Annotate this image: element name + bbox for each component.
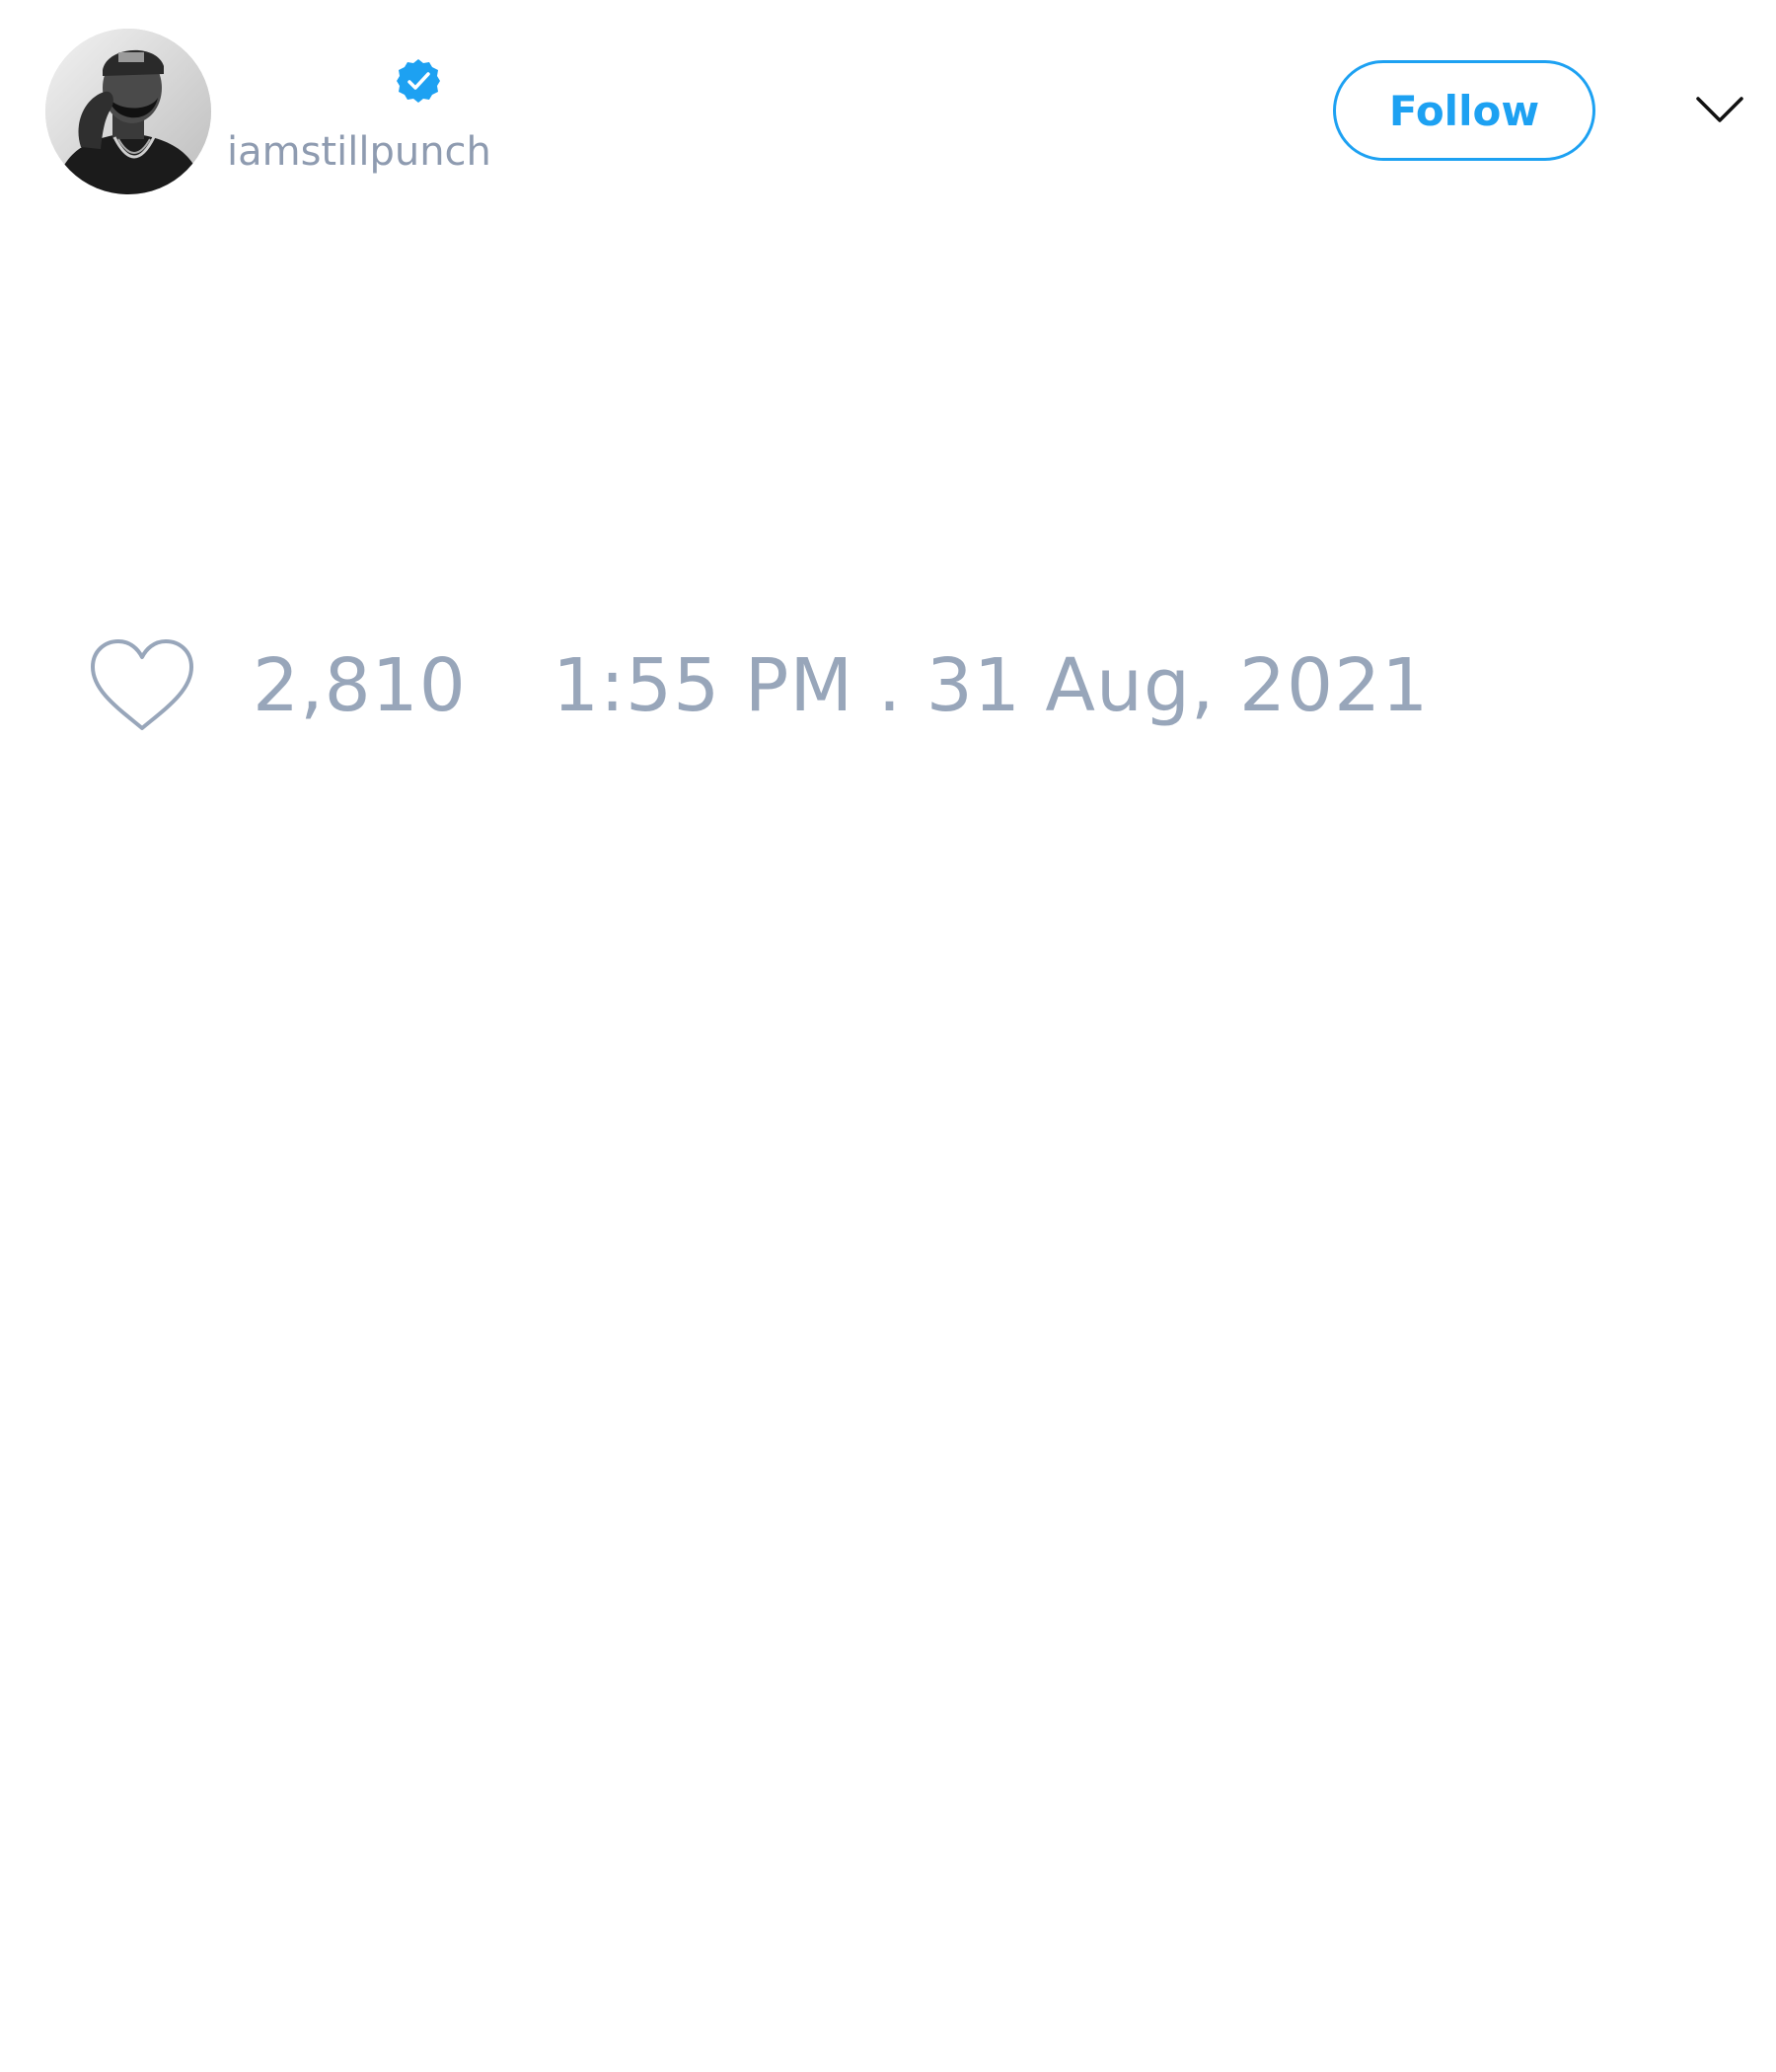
heart-icon[interactable] bbox=[89, 637, 195, 734]
verified-badge-icon bbox=[395, 57, 442, 105]
author-name-row bbox=[227, 55, 442, 107]
avatar[interactable] bbox=[45, 29, 211, 194]
tweet-header: iamstillpunch Follow bbox=[0, 0, 1776, 227]
like-count: 2,810 bbox=[253, 643, 467, 728]
tweet-actions: 2,810 1:55 PM . 31 Aug, 2021 bbox=[0, 622, 1776, 750]
chevron-down-icon[interactable] bbox=[1695, 91, 1744, 130]
tweet-timestamp[interactable]: 1:55 PM . 31 Aug, 2021 bbox=[553, 643, 1429, 728]
follow-button[interactable]: Follow bbox=[1333, 60, 1595, 161]
author-handle[interactable]: iamstillpunch bbox=[227, 124, 491, 180]
